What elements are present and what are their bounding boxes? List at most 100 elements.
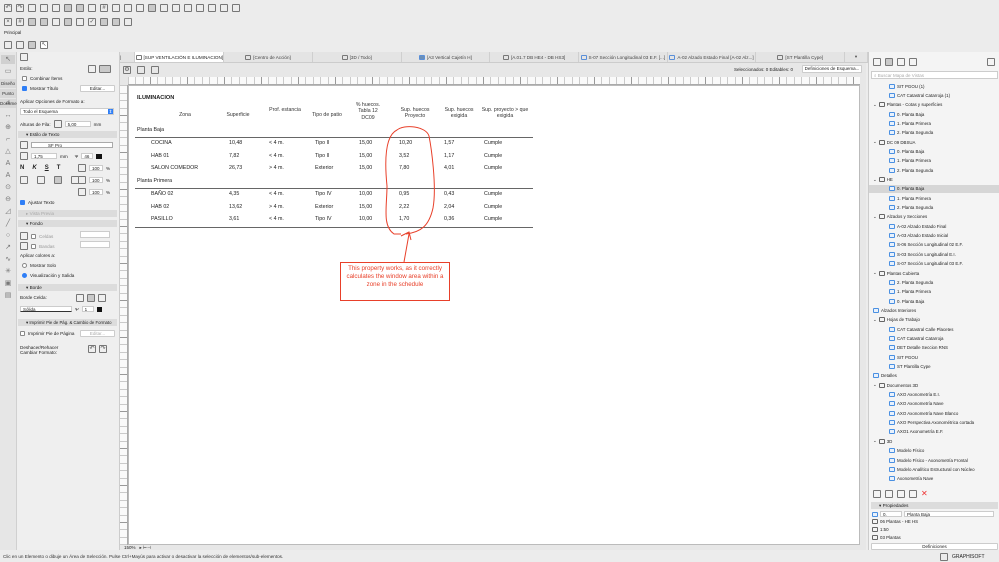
trace-icon[interactable] (112, 4, 120, 12)
chevron-down-icon[interactable]: ⌄ (873, 317, 877, 323)
tab-sup-ventilacion[interactable]: [SUP VENTILACIÓN E ILUMINACION] (135, 52, 225, 62)
view-map-item[interactable]: Modelo Analítico Estructural con Núcleo (869, 465, 999, 473)
tab-centro-accion[interactable]: [Centro de Acción] (224, 52, 313, 62)
tab-overflow-button[interactable]: ▾ (845, 52, 869, 62)
arrow-cursor-icon[interactable]: ↖ (40, 41, 48, 49)
syringe-icon[interactable] (52, 4, 60, 12)
redo-format-icon[interactable]: ↷ (99, 345, 107, 353)
border-none-icon[interactable] (76, 294, 84, 302)
arrow-tool-icon[interactable]: ↖ (1, 55, 15, 64)
new-folder-icon[interactable] (897, 490, 905, 498)
footer-edit-button[interactable]: Editar... (80, 330, 115, 337)
cross-icon[interactable]: × (4, 18, 12, 26)
view-map-item[interactable]: AXO Axonometría Nave Blanco (869, 409, 999, 417)
apply-format-select[interactable]: Todo el Esquema ⇕ (20, 108, 114, 115)
chevron-down-icon[interactable]: ⌄ (873, 214, 877, 220)
font-size-input[interactable]: 1,75 (31, 153, 57, 159)
align-left-icon[interactable] (20, 176, 28, 184)
arc-icon[interactable] (112, 18, 120, 26)
view-map-item[interactable]: 1. Planta Primera (869, 119, 999, 127)
view-map-item[interactable]: AXO Axonometría E.I. (869, 391, 999, 399)
view-map-item[interactable]: ⌄ 3D (869, 437, 999, 445)
window-icon[interactable] (940, 553, 948, 561)
select-element-icon[interactable] (137, 66, 145, 74)
view-map-item[interactable]: 2. Planta Segunda (869, 129, 999, 137)
view-map-item[interactable]: AXO Perspectiva Axonométrica cortada (869, 419, 999, 427)
background-section[interactable]: ▾ Fondo (18, 220, 117, 227)
fill-tool-icon[interactable]: ◿ (1, 207, 15, 216)
element-settings-icon[interactable] (151, 66, 159, 74)
prop-name-field[interactable]: Planta Baja (904, 511, 994, 517)
view-map-item[interactable]: Axonometría Nave (869, 475, 999, 483)
grid-snap-icon[interactable]: # (16, 18, 24, 26)
layer-icon[interactable] (124, 4, 132, 12)
prop-model-view[interactable]: 03 Plantas (880, 535, 901, 540)
panel-menu-icon[interactable] (987, 58, 995, 66)
view-map-item[interactable]: 0. Planta Baja (869, 184, 999, 193)
pen-input[interactable]: 46 (81, 153, 94, 159)
border-horizontal-icon[interactable] (87, 294, 95, 302)
view-map-search-input[interactable]: ⌕ Buscar Mapa de Vistas (871, 71, 998, 79)
zoom-level[interactable]: 150% (124, 545, 136, 551)
font-select[interactable]: SF Pro (31, 142, 113, 148)
view-map-item[interactable]: 1. Planta Primera (869, 157, 999, 165)
hotspot-tool-icon[interactable]: ✳ (1, 267, 15, 276)
tab-a3-vertical[interactable]: [A3 Vertical Cajetín H] (402, 52, 491, 62)
toolbox-diseno[interactable]: Diseño (0, 79, 16, 88)
align-right-icon[interactable] (54, 176, 62, 184)
tab-st-plantilla[interactable]: [ST Plantilla Cype] (756, 52, 846, 62)
view-settings-button[interactable]: Definiciones (871, 543, 998, 550)
sheet-icon[interactable] (40, 18, 48, 26)
fill-icon[interactable] (124, 18, 132, 26)
delete-icon[interactable]: ✕ (921, 490, 928, 498)
pen-color-swatch[interactable] (96, 153, 103, 159)
border-all-icon[interactable] (98, 294, 106, 302)
redo-icon[interactable]: ↷ (16, 4, 24, 12)
view-map-item[interactable]: AXO Axonometría Nave (869, 400, 999, 408)
snap-icon[interactable] (88, 4, 96, 12)
view-map-item[interactable]: AXO1 Axonometría E.F. (869, 428, 999, 436)
prop-id-field[interactable]: 0. (880, 511, 902, 517)
publisher-icon[interactable] (232, 4, 240, 12)
view-map-item[interactable]: Alzados Interiores (869, 306, 999, 314)
bands-color-field[interactable] (80, 241, 110, 248)
line-icon[interactable] (64, 18, 72, 26)
prop-layer[interactable]: 06 Plantas - HE HS (880, 519, 918, 524)
width-factor-input[interactable]: 100 (89, 165, 103, 171)
align-icon[interactable] (172, 4, 180, 12)
project-map-icon[interactable] (873, 58, 881, 66)
publisher-sets-icon[interactable] (909, 58, 917, 66)
italic-button[interactable]: K (32, 165, 36, 171)
style-grid-icon[interactable] (99, 65, 111, 73)
view-map-item[interactable]: 0. Planta Baja (869, 297, 999, 305)
tab-a02[interactable]: A-02 Alzado Estado Final [A-02 Alz...] (668, 52, 757, 62)
teamwork-icon[interactable] (160, 4, 168, 12)
preview-section[interactable]: ▸ Vista Previa (18, 210, 117, 217)
view-map-item[interactable]: 1. Planta Primera (869, 194, 999, 202)
marquee-tool-icon[interactable]: ▭ (1, 67, 15, 76)
tab-3d[interactable]: [3D / Todo] (313, 52, 402, 62)
guide-lines-icon[interactable] (76, 4, 84, 12)
view-map-item[interactable]: 0. Planta Baja (869, 147, 999, 155)
toolbox-punto[interactable]: Punto di (0, 89, 16, 105)
radio-show-only[interactable] (22, 263, 27, 268)
zone-tool-icon[interactable]: ⊙ (1, 183, 15, 192)
view-map-item[interactable]: 1. Planta Primera (869, 288, 999, 296)
char-spacing-input[interactable]: 100 (89, 189, 103, 195)
view-map-item[interactable]: 2. Planta Segunda (869, 166, 999, 174)
gear-icon[interactable]: ⚙ (123, 66, 131, 74)
eyedropper-icon[interactable] (40, 4, 48, 12)
bands-checkbox[interactable] (31, 243, 36, 249)
check-icon[interactable]: ✓ (88, 18, 96, 26)
figure-tool-icon[interactable]: ▣ (1, 279, 15, 288)
drawing-tool-icon[interactable]: ▤ (1, 291, 15, 300)
elevation-dim-tool-icon[interactable]: △ (1, 147, 15, 156)
zoom-icon[interactable] (208, 4, 216, 12)
tab-a017[interactable]: [A.01.7 DB HE4 - DB HS3] (490, 52, 579, 62)
spline-tool-icon[interactable]: ∿ (1, 255, 15, 264)
pencil-icon[interactable] (76, 18, 84, 26)
view-map-item[interactable]: ⌄ Hojas de Trabajo (869, 316, 999, 324)
clone-folder-icon[interactable] (885, 490, 893, 498)
show-title-checkbox[interactable] (22, 86, 27, 91)
group-icon[interactable] (184, 4, 192, 12)
